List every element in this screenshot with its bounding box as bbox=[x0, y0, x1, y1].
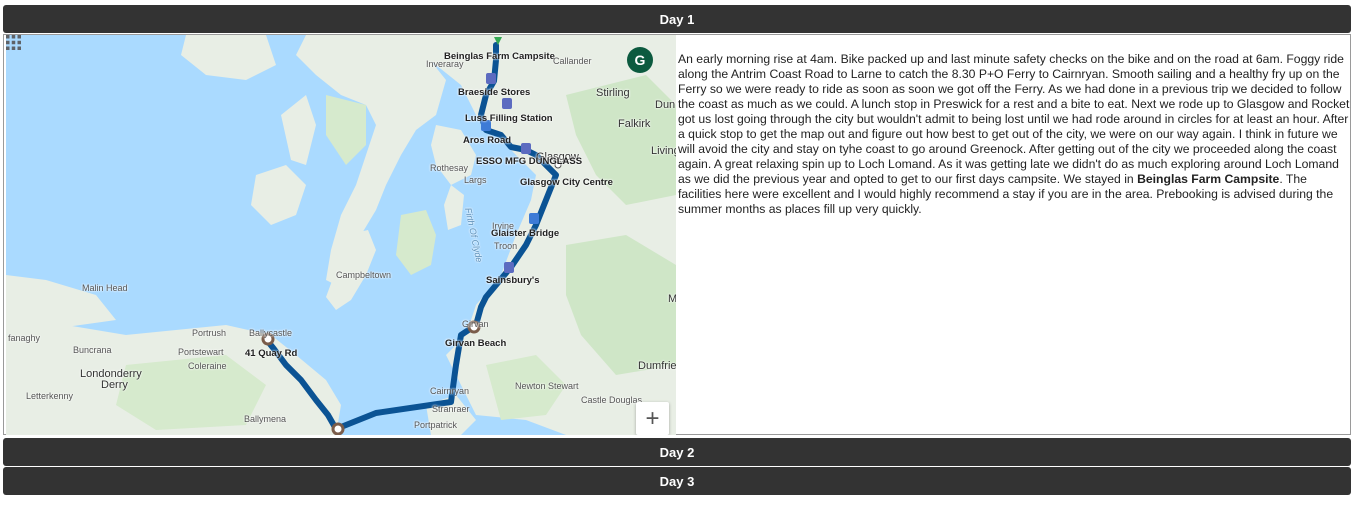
place-dun: Dun bbox=[655, 99, 676, 111]
land-jura bbox=[281, 95, 316, 165]
place-portpatrick: Portpatrick bbox=[414, 420, 458, 430]
place-ballycastle: Ballycastle bbox=[249, 328, 293, 338]
place-troon: Troon bbox=[494, 241, 518, 251]
marker-esso bbox=[521, 143, 531, 154]
day1-title: Day 1 bbox=[659, 11, 695, 27]
stop-label-luss: Luss Filling Station bbox=[465, 113, 553, 124]
marker-sainsburys bbox=[504, 262, 514, 273]
place-dumfries: Dumfrie bbox=[638, 360, 676, 372]
place-callander: Callander bbox=[553, 56, 592, 66]
day2-header[interactable]: Day 2 bbox=[3, 438, 1351, 466]
place-inveraray: Inveraray bbox=[426, 59, 464, 69]
day1-entry-text: An early morning rise at 4am. Bike packe… bbox=[678, 52, 1350, 217]
zoom-in-button[interactable]: + bbox=[636, 402, 669, 435]
stop-label-quay: 41 Quay Rd bbox=[245, 348, 298, 359]
land-islay bbox=[251, 165, 306, 225]
day1-header[interactable]: Day 1 bbox=[3, 5, 1351, 33]
land-bute bbox=[444, 185, 464, 230]
land-arran bbox=[396, 210, 436, 275]
place-coleraine: Coleraine bbox=[188, 361, 227, 371]
stop-label-braeside: Braeside Stores bbox=[458, 87, 531, 98]
place-letterkenny: Letterkenny bbox=[26, 391, 74, 401]
place-buncrana: Buncrana bbox=[73, 345, 112, 355]
day2-title: Day 2 bbox=[659, 444, 695, 460]
marker-cairnryan bbox=[331, 422, 345, 435]
stop-label-glaister: Glaister Bridge bbox=[491, 228, 560, 239]
place-cairnryan: Cairnryan bbox=[430, 386, 470, 396]
place-malin-head: Malin Head bbox=[82, 283, 128, 293]
land-mull bbox=[181, 35, 276, 80]
place-stirling: Stirling bbox=[596, 87, 630, 99]
place-falkirk: Falkirk bbox=[618, 118, 651, 130]
place-living: Living bbox=[651, 145, 676, 157]
day3-header[interactable]: Day 3 bbox=[3, 467, 1351, 495]
place-derry: Derry bbox=[101, 379, 128, 391]
land-greenish bbox=[326, 95, 366, 165]
marker-braeside bbox=[486, 73, 496, 84]
place-ballymena: Ballymena bbox=[244, 414, 287, 424]
campsite-name: Beinglas Farm Campsite bbox=[1137, 172, 1280, 186]
account-avatar[interactable]: G bbox=[627, 47, 653, 73]
place-rothesay: Rothesay bbox=[430, 163, 469, 173]
zoom-in-icon: + bbox=[645, 404, 660, 432]
stop-label-aros: Aros Road bbox=[463, 135, 512, 146]
place-m: M bbox=[668, 293, 676, 305]
day1-panel: Beinglas Farm Campsite Inveraray Calland… bbox=[3, 34, 1351, 435]
marker-glaister bbox=[529, 213, 539, 224]
route-map[interactable]: Beinglas Farm Campsite Inveraray Calland… bbox=[6, 35, 676, 435]
stop-label-glasgow-centre: Glasgow City Centre bbox=[520, 177, 613, 188]
place-castle-douglas: Castle Douglas bbox=[581, 395, 643, 405]
entry-text-part1: An early morning rise at 4am. Bike packe… bbox=[678, 52, 1350, 186]
apps-grid-icon[interactable] bbox=[6, 35, 21, 50]
place-largs: Largs bbox=[464, 175, 487, 185]
stop-label-sainsburys: Sainsbury's bbox=[486, 275, 540, 286]
place-stranraer: Stranraer bbox=[432, 404, 470, 414]
marker-luss bbox=[502, 98, 512, 109]
place-girvan: Girvan bbox=[462, 319, 489, 329]
place-portstewart: Portstewart bbox=[178, 347, 224, 357]
place-fanaghy: fanaghy bbox=[8, 333, 41, 343]
place-portrush: Portrush bbox=[192, 328, 227, 338]
stop-label-girvan: Girvan Beach bbox=[445, 338, 507, 349]
stop-label-esso: ESSO MFG DUNGLASS bbox=[476, 156, 583, 167]
place-newton-stewart: Newton Stewart bbox=[515, 381, 579, 391]
avatar-letter: G bbox=[634, 52, 646, 68]
day3-title: Day 3 bbox=[659, 473, 695, 489]
place-campbeltown: Campbeltown bbox=[336, 270, 392, 280]
